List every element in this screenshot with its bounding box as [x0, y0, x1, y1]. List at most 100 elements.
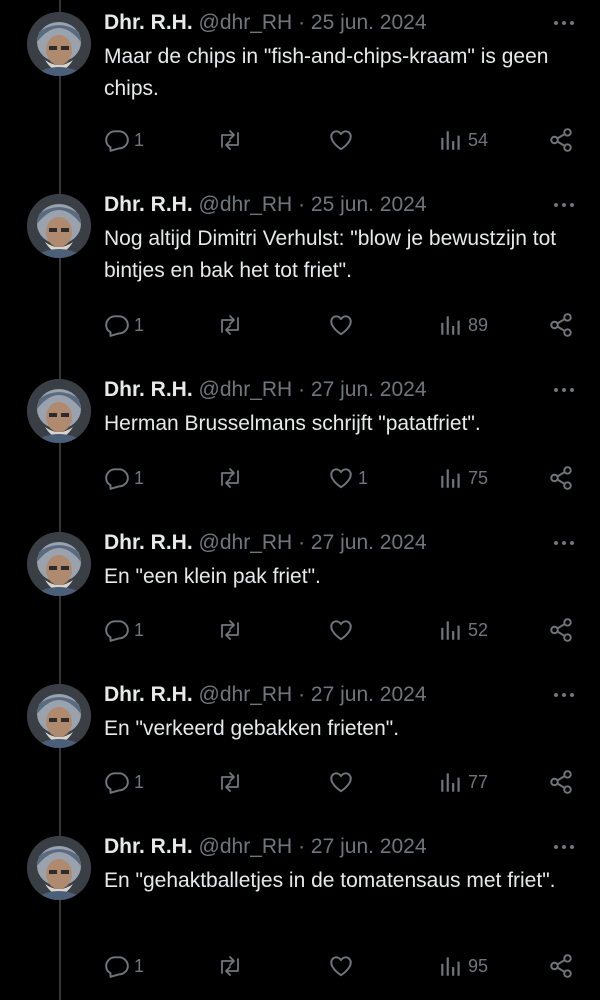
views-count: 77: [468, 771, 489, 792]
views-button[interactable]: 95: [438, 950, 488, 982]
share-icon: [548, 953, 574, 979]
reply-icon: [104, 953, 130, 979]
views-button[interactable]: 54: [438, 124, 488, 156]
share-button[interactable]: [548, 614, 574, 646]
reply-count: 1: [134, 467, 145, 488]
share-icon: [548, 127, 574, 153]
author-handle[interactable]: @dhr_RH: [199, 531, 293, 554]
views-icon: [438, 127, 464, 153]
retweet-button[interactable]: [216, 766, 248, 798]
avatar[interactable]: [27, 379, 91, 443]
tweet-header: Dhr. R.H. @dhr_RH · 25 jun. 2024: [104, 8, 544, 38]
share-icon: [548, 617, 574, 643]
avatar[interactable]: [27, 836, 91, 900]
like-count: 1: [358, 467, 369, 488]
tweet-date[interactable]: 27 jun. 2024: [311, 835, 427, 858]
author-handle[interactable]: @dhr_RH: [199, 835, 293, 858]
heart-icon: [328, 953, 354, 979]
tweet-date[interactable]: 27 jun. 2024: [311, 378, 427, 401]
views-count: 52: [468, 619, 489, 640]
like-button[interactable]: [328, 614, 358, 646]
more-dots-icon[interactable]: [552, 381, 576, 399]
like-button[interactable]: [328, 766, 358, 798]
like-button[interactable]: [328, 124, 358, 156]
tweet-actions: 1: [0, 309, 600, 341]
more-dots-icon[interactable]: [552, 196, 576, 214]
author-handle[interactable]: @dhr_RH: [199, 193, 293, 216]
avatar[interactable]: [27, 684, 91, 748]
tweet-date[interactable]: 25 jun. 2024: [311, 11, 427, 34]
avatar[interactable]: [27, 12, 91, 76]
retweet-button[interactable]: [216, 950, 248, 982]
tweet-date[interactable]: 25 jun. 2024: [311, 193, 427, 216]
retweet-icon: [216, 312, 244, 338]
tweet-text: Herman Brusselmans schrijft "patatfriet"…: [104, 412, 481, 435]
retweet-button[interactable]: [216, 124, 248, 156]
heart-icon: [328, 312, 354, 338]
reply-button[interactable]: 1: [104, 309, 144, 341]
tweet-header: Dhr. R.H. @dhr_RH · 27 jun. 2024: [104, 375, 544, 405]
views-button[interactable]: 75: [438, 462, 488, 494]
tweet-text: En "een klein pak friet".: [104, 565, 321, 588]
views-button[interactable]: 77: [438, 766, 488, 798]
tweet-actions: 1: [0, 766, 600, 798]
tweet-header: Dhr. R.H. @dhr_RH · 27 jun. 2024: [104, 528, 544, 558]
author-handle[interactable]: @dhr_RH: [199, 683, 293, 706]
views-button[interactable]: 52: [438, 614, 488, 646]
author-handle[interactable]: @dhr_RH: [199, 378, 293, 401]
reply-count: 1: [134, 619, 145, 640]
like-button[interactable]: [328, 950, 358, 982]
views-button[interactable]: 89: [438, 309, 488, 341]
heart-icon: [328, 617, 354, 643]
retweet-button[interactable]: [216, 462, 248, 494]
reply-count: 1: [134, 955, 145, 976]
like-button[interactable]: [328, 309, 358, 341]
avatar[interactable]: [27, 194, 91, 258]
share-button[interactable]: [548, 950, 574, 982]
views-icon: [438, 617, 464, 643]
author-name[interactable]: Dhr. R.H.: [104, 835, 193, 858]
more-dots-icon[interactable]: [552, 14, 576, 32]
share-icon: [548, 769, 574, 795]
author-name[interactable]: Dhr. R.H.: [104, 683, 193, 706]
share-icon: [548, 465, 574, 491]
reply-button[interactable]: 1: [104, 462, 144, 494]
author-name[interactable]: Dhr. R.H.: [104, 11, 193, 34]
more-dots-icon[interactable]: [552, 534, 576, 552]
tweet-date[interactable]: 27 jun. 2024: [311, 683, 427, 706]
author-name[interactable]: Dhr. R.H.: [104, 378, 193, 401]
more-dots-icon[interactable]: [552, 838, 576, 856]
tweet-date[interactable]: 27 jun. 2024: [311, 531, 427, 554]
separator-dot: ·: [298, 193, 306, 216]
tweet-text: Nog altijd Dimitri Verhulst: "blow je be…: [104, 227, 557, 282]
reply-button[interactable]: 1: [104, 124, 144, 156]
share-button[interactable]: [548, 309, 574, 341]
share-button[interactable]: [548, 766, 574, 798]
views-icon: [438, 465, 464, 491]
more-dots-icon[interactable]: [552, 686, 576, 704]
retweet-button[interactable]: [216, 309, 248, 341]
tweet-text: En "verkeerd gebakken frieten".: [104, 717, 400, 740]
avatar[interactable]: [27, 532, 91, 596]
separator-dot: ·: [298, 11, 306, 34]
separator-dot: ·: [298, 378, 306, 401]
reply-button[interactable]: 1: [104, 614, 144, 646]
heart-icon: [328, 127, 354, 153]
share-button[interactable]: [548, 124, 574, 156]
reply-button[interactable]: 1: [104, 766, 144, 798]
views-count: 95: [468, 955, 489, 976]
author-name[interactable]: Dhr. R.H.: [104, 193, 193, 216]
tweet-text: En "gehaktballetjes in de tomatensaus me…: [104, 869, 556, 892]
share-button[interactable]: [548, 462, 574, 494]
reply-icon: [104, 617, 130, 643]
views-count: 89: [468, 314, 489, 335]
reply-button[interactable]: 1: [104, 950, 144, 982]
author-name[interactable]: Dhr. R.H.: [104, 531, 193, 554]
retweet-icon: [216, 617, 244, 643]
author-handle[interactable]: @dhr_RH: [199, 11, 293, 34]
retweet-icon: [216, 953, 244, 979]
retweet-button[interactable]: [216, 614, 248, 646]
like-button[interactable]: 1: [328, 462, 368, 494]
retweet-icon: [216, 769, 244, 795]
views-count: 54: [468, 129, 489, 150]
